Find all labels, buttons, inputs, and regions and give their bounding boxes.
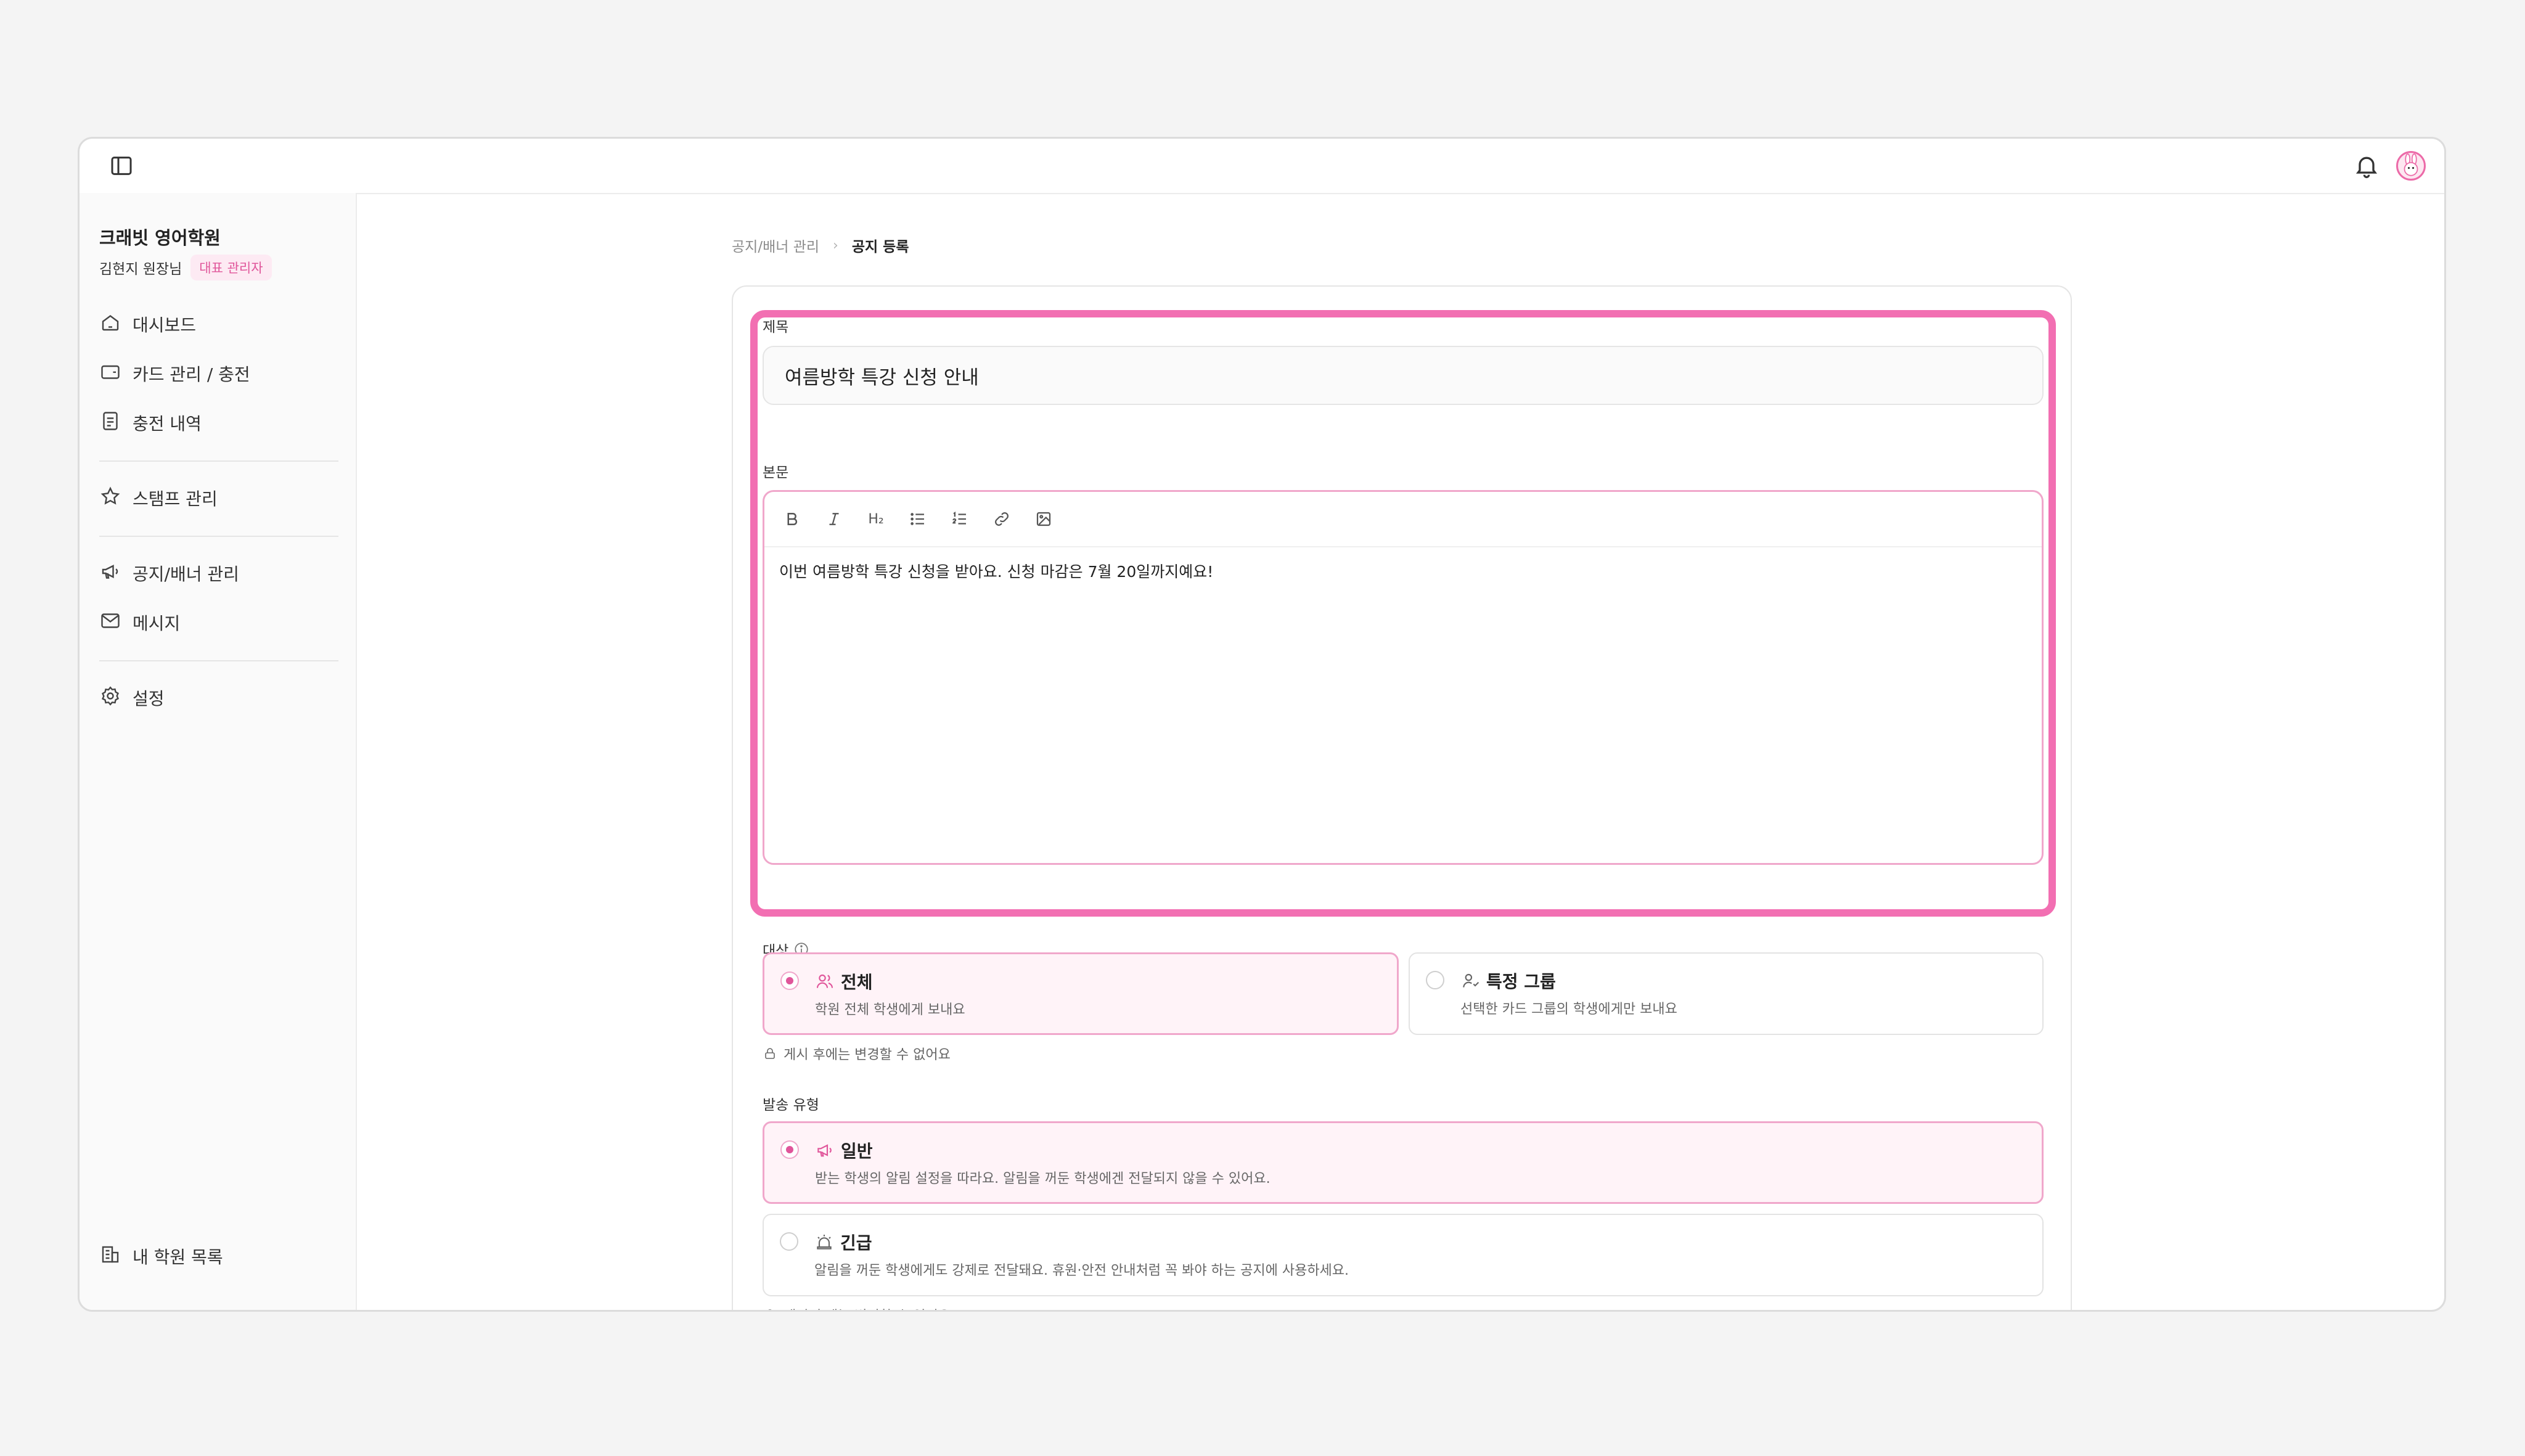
sidebar-item-stamp[interactable]: 스탬프 관리	[99, 483, 218, 513]
title-value: 여름방학 특강 신청 안내	[785, 366, 979, 389]
target-group-desc: 선택한 카드 그룹의 학생에게만 보내요	[1460, 1002, 1677, 1017]
sidebar-item-label: 카드 관리 / 충전	[133, 364, 250, 385]
breadcrumb-current: 공지 등록	[851, 239, 909, 255]
breadcrumb: 공지/배너 관리 › 공지 등록	[732, 235, 909, 256]
send-urgent-radio[interactable]	[780, 1232, 798, 1251]
bullet-list-icon[interactable]	[909, 510, 927, 528]
lock-icon	[768, 1309, 772, 1310]
target-group-title: 특정 그룹	[1486, 971, 1556, 992]
academy-name[interactable]: 크래빗 영어학원	[99, 224, 221, 250]
sidebar-item-my-academies[interactable]: 내 학원 목록	[99, 1241, 223, 1272]
top-bar	[80, 139, 2444, 194]
target-all-radio[interactable]	[780, 971, 799, 990]
megaphone-icon	[817, 1144, 832, 1157]
send-urgent-desc: 알림을 꺼둔 학생에게도 강제로 전달돼요. 휴원·안전 안내처럼 꼭 봐야 하…	[814, 1263, 1349, 1278]
send-type-note-text: 게시 후에는 변경할 수 없어요	[784, 1305, 951, 1310]
notice-form-card: 제목 여름방학 특강 신청 안내 본문 H₂ 이번 여름방학 특강 신청을 받아…	[732, 285, 2072, 1310]
star-icon	[99, 485, 121, 512]
heading-icon[interactable]: H₂	[867, 510, 885, 528]
building-icon	[99, 1243, 121, 1270]
sidebar-item-dashboard[interactable]: 대시보드	[99, 309, 196, 340]
body-editor[interactable]: H₂ 이번 여름방학 특강 신청을 받아요. 신청 마감은 7월 20일까지예요…	[763, 490, 2044, 865]
editor-content[interactable]: 이번 여름방학 특강 신청을 받아요. 신청 마감은 7월 20일까지예요!	[779, 560, 1213, 582]
sidebar-item-label: 메시지	[133, 613, 181, 634]
ordered-list-icon[interactable]	[951, 510, 969, 528]
nav-divider	[99, 536, 338, 537]
wallet-icon	[99, 361, 121, 387]
image-icon[interactable]	[1034, 510, 1053, 528]
sidebar-item-label: 충전 내역	[133, 414, 202, 434]
gear-icon	[99, 685, 121, 711]
sidebar-item-label: 설정	[133, 689, 165, 709]
target-group-radio[interactable]	[1426, 971, 1444, 989]
users-icon	[816, 974, 833, 988]
main-content: 공지/배너 관리 › 공지 등록 제목 여름방학 특강 신청 안내 본문 H₂	[356, 193, 2444, 1310]
send-normal-radio[interactable]	[780, 1140, 799, 1159]
breadcrumb-parent[interactable]: 공지/배너 관리	[732, 235, 819, 256]
editor-toolbar: H₂	[764, 492, 2042, 547]
home-icon	[99, 311, 121, 338]
italic-icon[interactable]	[825, 510, 843, 528]
bold-icon[interactable]	[783, 510, 801, 528]
role-badge: 대표 관리자	[190, 255, 272, 280]
nav-divider	[99, 460, 338, 462]
mail-icon	[99, 610, 121, 636]
chevron-right-icon: ›	[833, 237, 838, 253]
sidebar-item-label: 내 학원 목록	[133, 1247, 223, 1267]
bell-icon[interactable]	[2353, 152, 2380, 179]
sidebar-item-notice-banner[interactable]: 공지/배너 관리	[99, 558, 239, 589]
sidebar-item-label: 공지/배너 관리	[133, 564, 239, 584]
receipt-icon	[99, 410, 121, 436]
nav-divider	[99, 660, 338, 661]
target-all-title: 전체	[841, 972, 873, 992]
app-window: 크래빗 영어학원 김현지 원장님 대표 관리자 대시보드 카드 관리 / 충전 …	[78, 137, 2446, 1312]
user-info: 김현지 원장님 대표 관리자	[99, 255, 272, 280]
sidebar-item-settings[interactable]: 설정	[99, 682, 165, 713]
megaphone-icon	[99, 560, 121, 587]
target-note: 게시 후에는 변경할 수 없어요	[763, 1044, 951, 1063]
sidebar-item-label: 대시보드	[133, 315, 197, 335]
send-type-urgent[interactable]: 긴급 알림을 꺼둔 학생에게도 강제로 전달돼요. 휴원·안전 안내처럼 꼭 봐…	[763, 1214, 2044, 1296]
link-icon[interactable]	[992, 510, 1011, 528]
target-note-text: 게시 후에는 변경할 수 없어요	[784, 1047, 951, 1063]
target-all-desc: 학원 전체 학생에게 보내요	[815, 1002, 965, 1018]
lock-icon	[765, 1048, 775, 1059]
send-type-note: 게시 후에는 변경할 수 없어요	[763, 1305, 951, 1310]
target-option-group[interactable]: 특정 그룹 선택한 카드 그룹의 학생에게만 보내요	[1409, 952, 2044, 1035]
send-normal-title: 일반	[841, 1141, 873, 1161]
user-group-icon	[1463, 973, 1479, 988]
siren-icon	[817, 1235, 832, 1249]
avatar[interactable]	[2396, 151, 2426, 181]
title-label: 제목	[763, 319, 789, 335]
user-name: 김현지 원장님	[99, 261, 182, 277]
sidebar-item-card-management[interactable]: 카드 관리 / 충전	[99, 358, 250, 389]
send-urgent-title: 긴급	[840, 1233, 872, 1253]
sidebar-item-message[interactable]: 메시지	[99, 607, 180, 638]
body-label: 본문	[763, 465, 789, 481]
send-type-label: 발송 유형	[763, 1097, 819, 1113]
heading-label: H₂	[868, 511, 884, 527]
sidebar-item-charge-history[interactable]: 충전 내역	[99, 407, 202, 438]
title-input[interactable]: 여름방학 특강 신청 안내	[763, 346, 2044, 405]
send-normal-desc: 받는 학생의 알림 설정을 따라요. 알림을 꺼둔 학생에겐 전달되지 않을 수…	[815, 1171, 1271, 1187]
send-type-normal[interactable]: 일반 받는 학생의 알림 설정을 따라요. 알림을 꺼둔 학생에겐 전달되지 않…	[763, 1121, 2044, 1204]
target-option-all[interactable]: 전체 학원 전체 학생에게 보내요	[763, 952, 1399, 1035]
sidebar-toggle-icon[interactable]	[109, 153, 134, 178]
sidebar: 크래빗 영어학원 김현지 원장님 대표 관리자 대시보드 카드 관리 / 충전 …	[80, 193, 357, 1310]
sidebar-item-label: 스탬프 관리	[133, 489, 218, 509]
